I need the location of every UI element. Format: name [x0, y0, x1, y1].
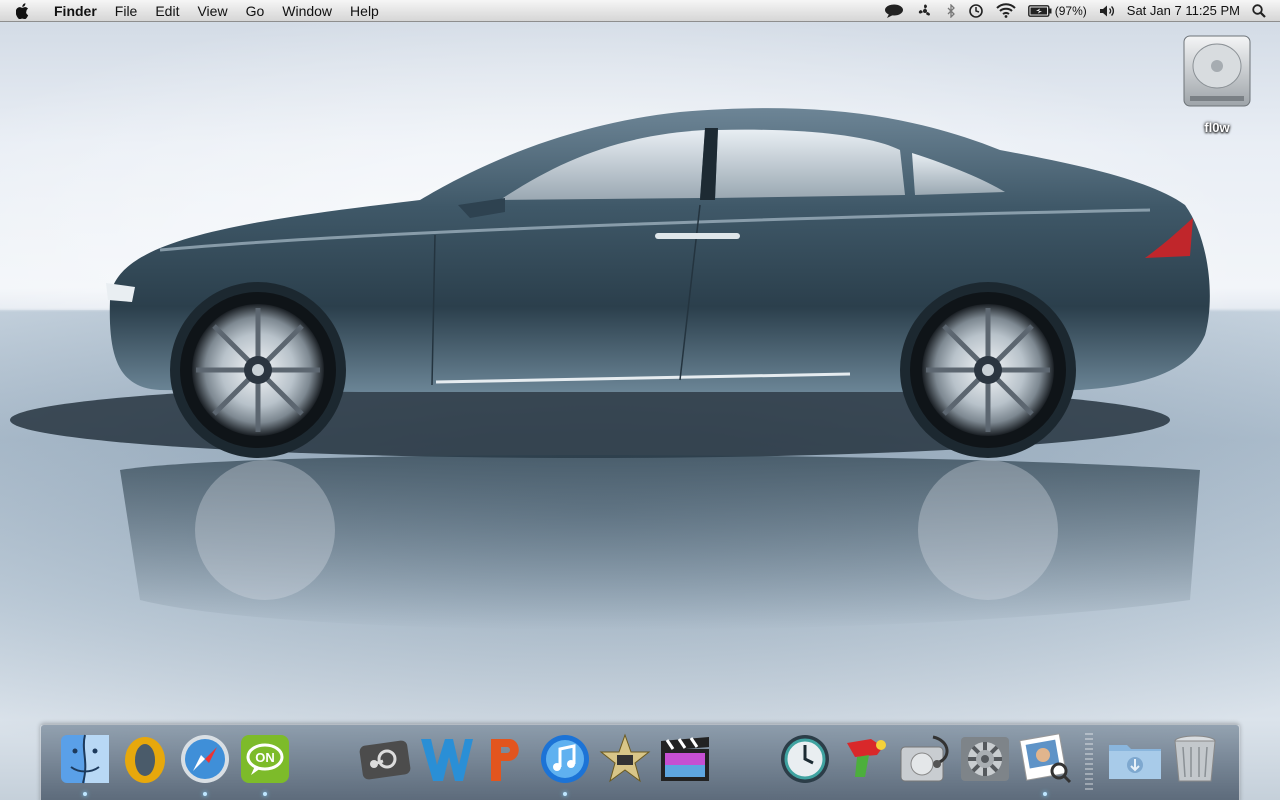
dock-item-safari[interactable]: [177, 733, 233, 796]
menu-app-finder[interactable]: Finder: [46, 0, 106, 22]
menu-edit[interactable]: Edit: [146, 0, 188, 22]
menu-view[interactable]: View: [188, 0, 236, 22]
dock-item-powerpoint[interactable]: [477, 733, 533, 793]
dock-item-opera[interactable]: [117, 733, 173, 793]
wallpaper-car-image: [10, 108, 1210, 630]
menu-go[interactable]: Go: [237, 0, 274, 22]
dock-item-ray-gun[interactable]: [837, 733, 893, 793]
disk-utility-icon: [900, 735, 949, 782]
desktop-icon-hard-drive[interactable]: fl0w: [1180, 30, 1254, 135]
dock-item-preview[interactable]: [1017, 733, 1073, 796]
volume-icon: [1099, 5, 1114, 16]
svg-text:ON: ON: [255, 750, 275, 765]
dock: ON: [40, 724, 1240, 800]
dock-item-time-machine[interactable]: [777, 733, 833, 793]
clock-text: Sat Jan 7 11:25 PM: [1126, 3, 1240, 18]
fan-icon: [918, 4, 930, 16]
bluetooth-icon: [947, 3, 955, 18]
dock-item-disk-utility[interactable]: [897, 733, 953, 793]
ray-gun-icon: [847, 739, 886, 777]
dock-item-steam[interactable]: [357, 733, 413, 793]
preview-icon: [1019, 733, 1072, 784]
menu-help[interactable]: Help: [341, 0, 388, 22]
chat-bubble-icon: [884, 4, 903, 18]
running-indicator: [263, 792, 267, 796]
status-fan[interactable]: [910, 0, 940, 22]
dock-item-itunes[interactable]: [537, 733, 593, 796]
on-chat-icon: ON: [241, 735, 289, 783]
wifi-icon: [996, 3, 1016, 18]
dock-item-chat[interactable]: ON: [237, 733, 293, 796]
battery-icon: [1027, 4, 1052, 17]
word-icon: [421, 739, 473, 781]
dock-item-system-preferences[interactable]: [957, 733, 1013, 793]
status-volume[interactable]: [1093, 0, 1121, 22]
dock-item-imovie[interactable]: [597, 733, 653, 793]
status-chat[interactable]: [878, 0, 910, 22]
time-machine-icon: [968, 3, 983, 18]
downloads-folder-icon: [1109, 745, 1161, 779]
finder-icon: [61, 734, 109, 784]
apple-menu[interactable]: [0, 0, 46, 22]
apple-logo-icon: [16, 2, 29, 19]
system-preferences-icon: [961, 737, 1009, 781]
desktop[interactable]: fl0w: [0, 0, 1280, 800]
dock-item-trash[interactable]: [1167, 733, 1223, 793]
dock-item-word[interactable]: [417, 733, 473, 793]
final-cut-icon: [661, 737, 709, 781]
spotlight-icon: [1252, 3, 1266, 18]
running-indicator: [1043, 792, 1047, 796]
battery-percent: (97%): [1054, 3, 1087, 18]
status-bluetooth[interactable]: [940, 0, 962, 22]
dock-item-finder[interactable]: [57, 733, 113, 796]
running-indicator: [203, 792, 207, 796]
dock-separator[interactable]: [1085, 733, 1093, 793]
dock-item-downloads[interactable]: [1107, 733, 1163, 793]
running-indicator: [563, 792, 567, 796]
menu-window[interactable]: Window: [273, 0, 341, 22]
powerpoint-icon: [491, 739, 519, 781]
status-wifi[interactable]: [990, 0, 1022, 22]
trash-icon: [1174, 735, 1216, 782]
hard-drive-icon: [1183, 35, 1251, 107]
steam-icon: [359, 740, 411, 780]
menu-file[interactable]: File: [106, 0, 147, 22]
status-clock[interactable]: Sat Jan 7 11:25 PM: [1121, 0, 1246, 22]
safari-icon: [181, 735, 229, 783]
hard-drive-label: fl0w: [1204, 120, 1230, 135]
itunes-icon: [541, 735, 589, 783]
menu-bar: Finder File Edit View Go Window Help (97…: [0, 0, 1280, 22]
status-battery[interactable]: (97%): [1022, 0, 1093, 22]
time-machine-icon: [781, 735, 829, 783]
opera-icon: [125, 737, 165, 783]
dock-item-final-cut[interactable]: [657, 733, 713, 793]
running-indicator: [83, 792, 87, 796]
imovie-icon: [599, 733, 651, 783]
status-time-machine[interactable]: [962, 0, 990, 22]
status-spotlight[interactable]: [1246, 0, 1272, 22]
